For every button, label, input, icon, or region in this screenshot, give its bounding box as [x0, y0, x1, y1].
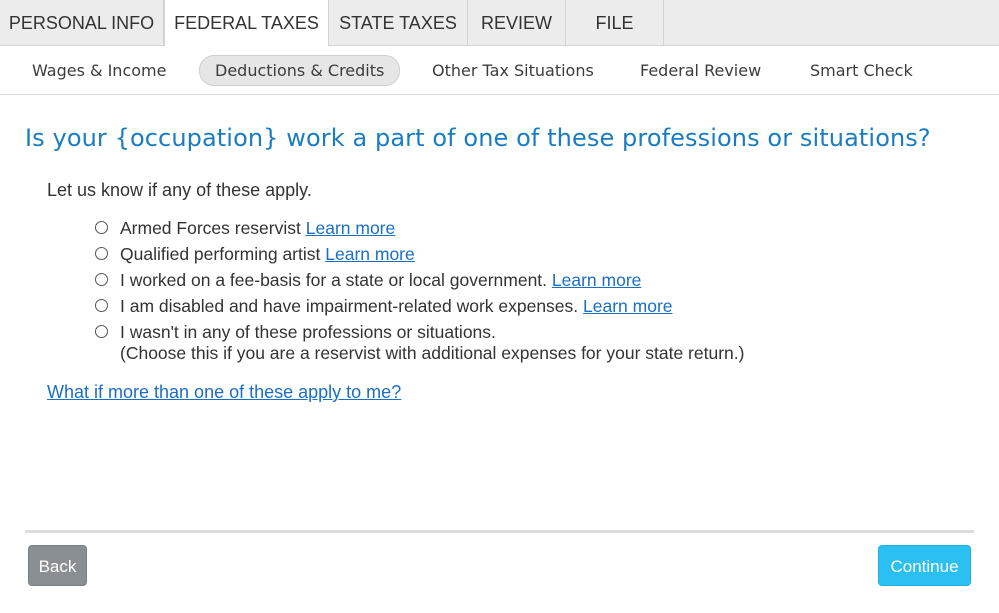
page-title: Is your {occupation} work a part of one … [25, 124, 931, 152]
tab-personal-info[interactable]: PERSONAL INFO [0, 0, 164, 46]
continue-button[interactable]: Continue [878, 545, 971, 586]
more-than-one-apply-link[interactable]: What if more than one of these apply to … [47, 382, 401, 403]
footer-divider [25, 530, 974, 533]
radio-performing-artist[interactable] [95, 247, 108, 260]
subtab-other-tax-situations[interactable]: Other Tax Situations [432, 56, 594, 85]
learn-more-link[interactable]: Learn more [552, 270, 642, 290]
option-disabled-work-expenses: I am disabled and have impairment-relate… [95, 296, 744, 317]
learn-more-link[interactable]: Learn more [306, 218, 396, 238]
main-tab-bar: PERSONAL INFO FEDERAL TAXES STATE TAXES … [0, 0, 999, 47]
sub-tab-bar: Wages & Income Deductions & Credits Othe… [0, 46, 999, 95]
subtab-deductions-credits[interactable]: Deductions & Credits [199, 55, 401, 86]
option-armed-forces-reservist: Armed Forces reservist Learn more [95, 218, 744, 239]
radio-disabled-work-expenses[interactable] [95, 299, 108, 312]
option-label: I worked on a fee-basis for a state or l… [120, 270, 548, 290]
tab-file[interactable]: FILE [566, 0, 664, 46]
learn-more-link[interactable]: Learn more [325, 244, 415, 264]
option-performing-artist: Qualified performing artist Learn more [95, 244, 744, 265]
option-note: (Choose this if you are a reservist with… [120, 343, 745, 363]
subtab-smart-check[interactable]: Smart Check [810, 56, 913, 85]
intro-text: Let us know if any of these apply. [47, 180, 312, 200]
back-button[interactable]: Back [28, 545, 87, 586]
option-none-apply: I wasn't in any of these professions or … [95, 322, 744, 364]
option-label: I wasn't in any of these professions or … [120, 322, 496, 342]
option-label: Qualified performing artist [120, 244, 321, 264]
tab-federal-taxes[interactable]: FEDERAL TAXES [164, 0, 329, 47]
tab-state-taxes[interactable]: STATE TAXES [329, 0, 468, 46]
radio-none-apply[interactable] [95, 325, 108, 338]
radio-fee-basis-government[interactable] [95, 273, 108, 286]
tab-review[interactable]: REVIEW [468, 0, 566, 46]
subtab-wages-income[interactable]: Wages & Income [32, 56, 166, 85]
radio-armed-forces-reservist[interactable] [95, 221, 108, 234]
profession-options: Armed Forces reservist Learn more Qualif… [95, 218, 744, 369]
option-fee-basis-government: I worked on a fee-basis for a state or l… [95, 270, 744, 291]
subtab-federal-review[interactable]: Federal Review [640, 56, 761, 85]
learn-more-link[interactable]: Learn more [583, 296, 673, 316]
option-label: Armed Forces reservist [120, 218, 301, 238]
option-label: I am disabled and have impairment-relate… [120, 296, 579, 316]
